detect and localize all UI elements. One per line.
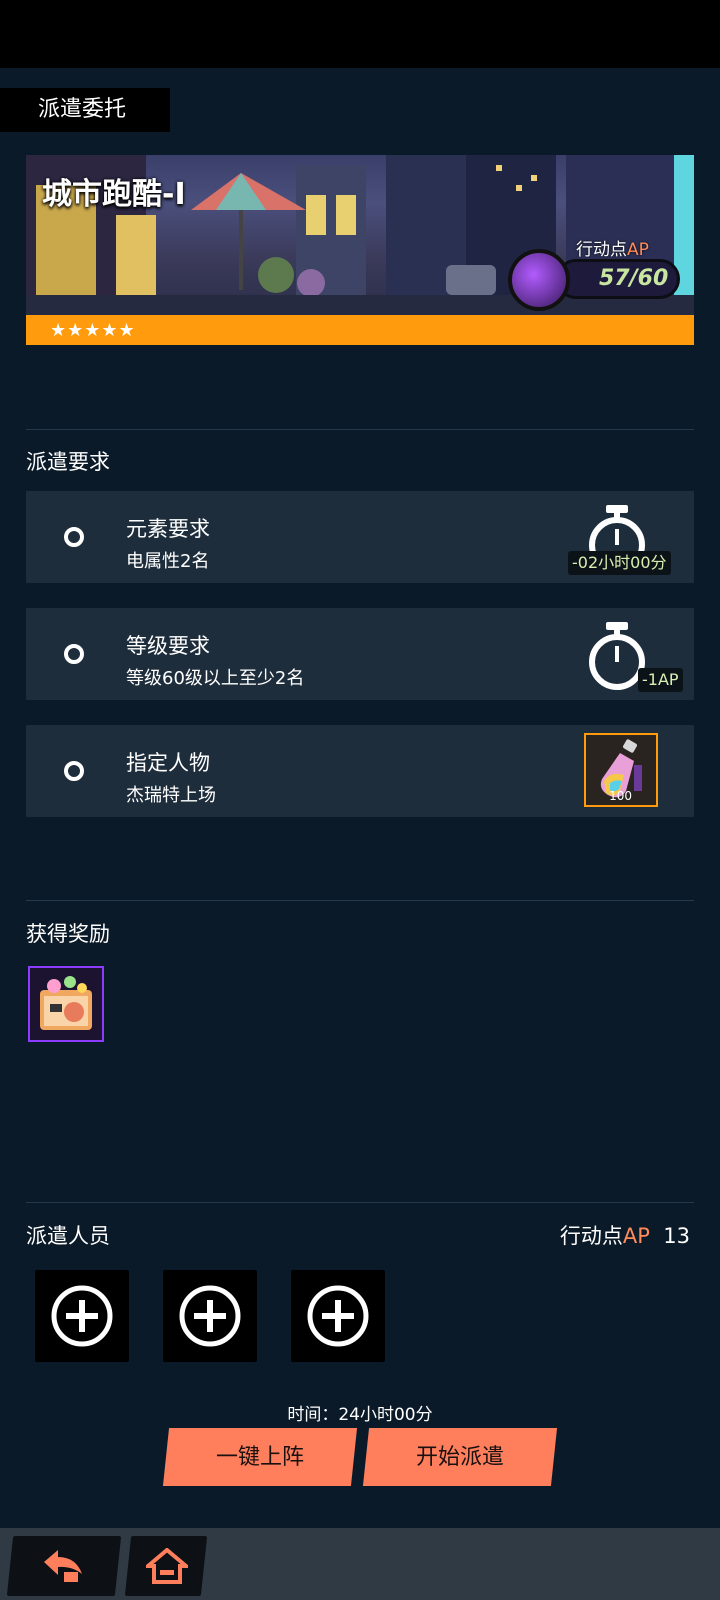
- requirement-title: 等级要求: [126, 634, 210, 658]
- start-dispatch-button[interactable]: 开始派遣: [362, 1428, 558, 1486]
- rewards-heading: 获得奖励: [26, 922, 110, 946]
- ap-value: 57/60: [556, 259, 680, 299]
- back-arrow-icon: [44, 1550, 82, 1582]
- auto-assign-button[interactable]: 一键上阵: [162, 1428, 358, 1486]
- requirement-status-radio: [64, 644, 84, 664]
- divider: [26, 900, 694, 901]
- requirement-subtitle: 电属性2名: [126, 551, 210, 572]
- divider: [26, 1202, 694, 1203]
- commission-banner: 城市跑酷-I 行动点AP 57/60 ★★★★★: [26, 155, 694, 345]
- status-bar: [0, 0, 720, 68]
- dispatch-slot-3[interactable]: [291, 1270, 385, 1362]
- requirements-heading: 派遣要求: [26, 450, 110, 474]
- ap-reduction-tag: -1AP: [638, 668, 683, 692]
- back-button[interactable]: [6, 1536, 122, 1596]
- add-icon: [307, 1285, 369, 1347]
- requirement-status-radio: [64, 761, 84, 781]
- ap-label: 行动点AP: [576, 240, 649, 260]
- add-icon: [51, 1285, 113, 1347]
- item-count: 100: [609, 789, 632, 803]
- requirement-title: 元素要求: [126, 517, 210, 541]
- difficulty-stars: ★★★★★: [26, 315, 694, 345]
- remaining-ap: 行动点AP 13: [559, 1224, 690, 1248]
- divider: [26, 429, 694, 430]
- page-title: 派遣委托: [0, 88, 170, 132]
- time-reduction-tag: -02小时00分: [568, 551, 671, 575]
- requirement-card-character[interactable]: 指定人物 杰瑞特上场 100: [26, 725, 694, 817]
- dispatch-slot-1[interactable]: [35, 1270, 129, 1362]
- gift-box-icon: [40, 976, 92, 1030]
- requirement-card-level[interactable]: 等级要求 等级60级以上至少2名 -1AP: [26, 608, 694, 700]
- potion-item[interactable]: 100: [584, 733, 658, 807]
- dispatch-slot-2[interactable]: [163, 1270, 257, 1362]
- home-button[interactable]: [124, 1536, 208, 1596]
- banner-title: 城市跑酷-I: [42, 177, 186, 212]
- dispatch-time: 时间：24小时00分: [287, 1405, 433, 1425]
- dispatch-heading: 派遣人员: [26, 1224, 110, 1248]
- add-icon: [179, 1285, 241, 1347]
- requirement-subtitle: 等级60级以上至少2名: [126, 668, 305, 689]
- reward-item[interactable]: [28, 966, 104, 1042]
- home-icon: [146, 1548, 188, 1584]
- requirement-card-element[interactable]: 元素要求 电属性2名 -02小时00分: [26, 491, 694, 583]
- requirement-title: 指定人物: [126, 751, 210, 775]
- ap-character-avatar: [508, 249, 570, 311]
- requirement-subtitle: 杰瑞特上场: [126, 785, 216, 806]
- bottom-nav-bar: [0, 1528, 720, 1600]
- requirement-status-radio: [64, 527, 84, 547]
